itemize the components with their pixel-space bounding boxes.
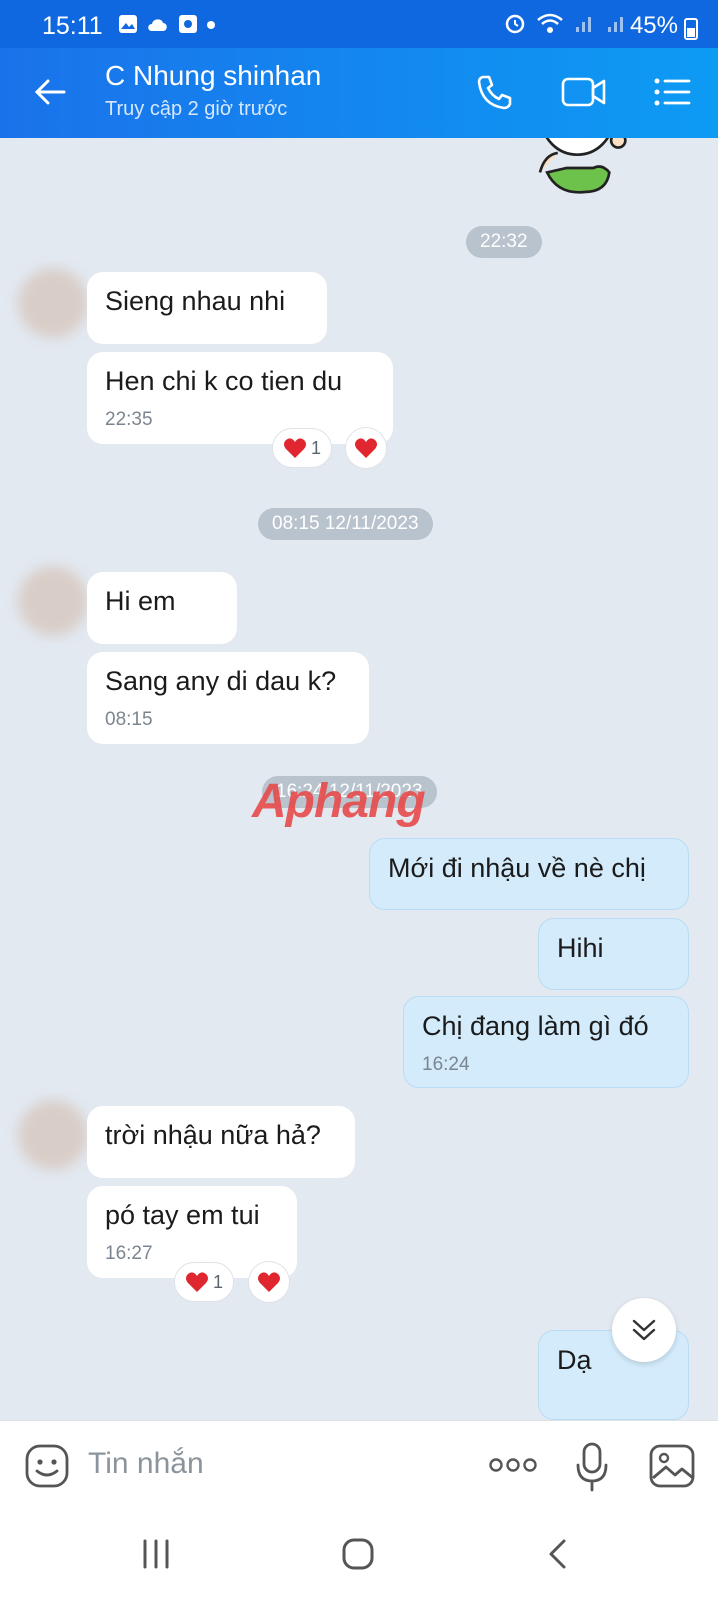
message-bubble[interactable]: trời nhậu nữa hả? [87, 1106, 355, 1178]
system-icons [504, 12, 628, 34]
message-text: pó tay em tui [105, 1200, 260, 1230]
back-arrow-icon[interactable] [32, 74, 68, 110]
message-text: Mới đi nhậu về nè chị [388, 853, 646, 883]
reaction-count: 1 [310, 437, 321, 458]
message-bubble[interactable]: Hi em [87, 572, 237, 644]
last-seen: Truy cập 2 giờ trước [105, 98, 288, 120]
reaction-summary[interactable]: 1 [174, 1262, 234, 1302]
reaction-count: 1 [212, 1271, 223, 1292]
status-time: 15:11 [42, 12, 103, 40]
battery-icon [684, 18, 698, 40]
message-text: Hen chi k co tien du [105, 366, 343, 396]
menu-list-icon[interactable] [652, 72, 692, 112]
alarm-icon [505, 14, 525, 34]
home-icon[interactable] [340, 1536, 376, 1572]
heart-icon [283, 438, 306, 458]
watermark-logo: Aphang [252, 774, 426, 829]
signal-2-icon [608, 17, 623, 32]
my-message-bubble[interactable]: Hihi [538, 918, 689, 990]
notification-icons [118, 14, 216, 34]
cloud-icon [148, 19, 167, 31]
signal-icon [576, 17, 591, 32]
message-text: Sieng nhau nhi [105, 286, 286, 316]
recent-apps-icon[interactable] [140, 1538, 172, 1570]
cartoon-sticker [538, 138, 627, 194]
message-time: 16:24 [422, 1054, 470, 1075]
image-gallery-icon[interactable] [648, 1443, 696, 1489]
message-text: Chị đang làm gì đó [422, 1011, 649, 1041]
phone-call-icon[interactable] [474, 72, 514, 112]
message-text: Hi em [105, 586, 176, 616]
time-separator: 22:32 [466, 226, 542, 258]
my-message-bubble[interactable]: Mới đi nhậu về nè chị [369, 838, 689, 910]
message-text: Sang any di dau k? [105, 666, 337, 696]
heart-icon [355, 438, 377, 458]
message-input[interactable]: Tin nhắn [88, 1447, 204, 1481]
watermark-text: Aphang [252, 775, 426, 828]
date-separator: 08:15 12/11/2023 [258, 508, 433, 540]
app-icon [179, 15, 197, 33]
react-button[interactable] [248, 1261, 290, 1303]
back-icon[interactable] [546, 1538, 570, 1570]
heart-icon [185, 1272, 208, 1292]
my-message-bubble[interactable]: Chị đang làm gì đó 16:24 [403, 996, 689, 1088]
microphone-icon[interactable] [574, 1441, 610, 1493]
more-options-icon[interactable] [488, 1455, 538, 1475]
avatar[interactable] [18, 1100, 88, 1170]
dot-icon [207, 21, 215, 29]
system-nav-bar [0, 1512, 718, 1600]
react-button[interactable] [345, 427, 387, 469]
message-bubble[interactable]: Sieng nhau nhi [87, 272, 327, 344]
contact-name[interactable]: C Nhung shinhan [105, 60, 321, 92]
message-bubble[interactable]: Sang any di dau k? 08:15 [87, 652, 369, 744]
message-text: trời nhậu nữa hả? [105, 1120, 321, 1150]
avatar[interactable] [18, 566, 88, 636]
chat-header: C Nhung shinhan Truy cập 2 giờ trước [0, 48, 718, 138]
message-time: 22:35 [105, 409, 153, 430]
message-time: 08:15 [105, 709, 153, 730]
gallery-icon [119, 15, 137, 33]
message-text: Hihi [557, 933, 604, 963]
scroll-to-bottom-button[interactable] [612, 1298, 676, 1362]
chat-area[interactable]: 22:32 Sieng nhau nhi Hen chi k co tien d… [0, 138, 718, 1420]
wifi-icon [537, 13, 563, 33]
message-composer: Tin nhắn [0, 1420, 718, 1513]
message-text: Dạ [557, 1345, 592, 1375]
reaction-summary[interactable]: 1 [272, 428, 332, 468]
message-bubble[interactable]: Hen chi k co tien du 22:35 [87, 352, 393, 444]
double-chevron-down-icon [632, 1319, 656, 1341]
video-call-icon[interactable] [560, 72, 608, 112]
heart-icon [258, 1272, 280, 1292]
status-bar: 15:11 45% [0, 0, 718, 52]
sticker-emoji-icon[interactable] [24, 1443, 70, 1489]
battery-percent: 45% [629, 12, 678, 39]
avatar[interactable] [18, 268, 88, 338]
